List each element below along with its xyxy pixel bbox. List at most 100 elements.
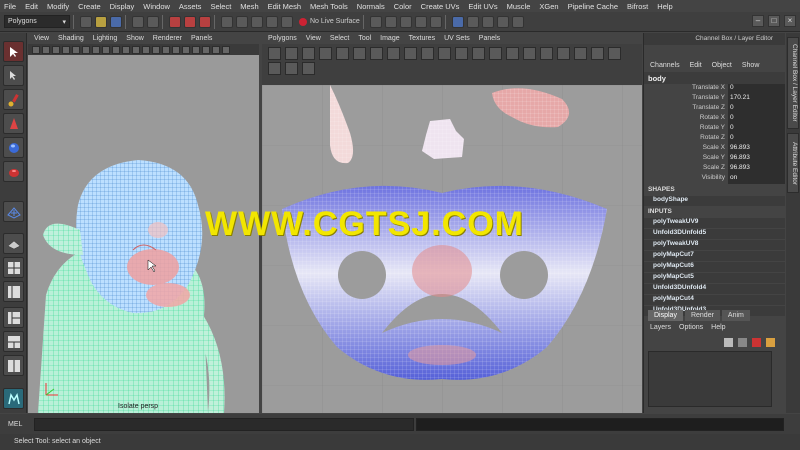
uv-snap-icon[interactable]	[421, 47, 434, 60]
menu-modify[interactable]: Modify	[47, 2, 69, 11]
snap-plane-icon[interactable]	[266, 15, 278, 28]
layer-tab-anim[interactable]: Anim	[721, 310, 750, 321]
textured-icon[interactable]	[162, 45, 170, 54]
wireframe-icon[interactable]	[132, 45, 140, 54]
smooth-shade-icon[interactable]	[142, 45, 150, 54]
channel-menu-edit[interactable]: Edit	[690, 62, 702, 69]
uv-exposure-icon[interactable]	[574, 47, 587, 60]
menu-display[interactable]: Display	[110, 2, 135, 11]
channel-attribute-row[interactable]: Visibility on	[644, 174, 785, 184]
uv-align-icon[interactable]	[404, 47, 417, 60]
snap-surface-icon[interactable]	[281, 15, 293, 28]
channel-attribute-row[interactable]: Rotate Z0	[644, 134, 785, 144]
channel-attribute-value[interactable]: 0	[728, 84, 785, 94]
uv-layout-icon[interactable]	[387, 47, 400, 60]
uv-checker-icon[interactable]	[540, 47, 553, 60]
gate-mask-icon[interactable]	[102, 45, 110, 54]
camera-attr-icon[interactable]	[42, 45, 50, 54]
uv-menu-view[interactable]: View	[306, 35, 321, 42]
four-pane-layout-icon[interactable]	[3, 257, 24, 278]
menu-normals[interactable]: Normals	[357, 2, 385, 11]
layer-list[interactable]	[648, 351, 772, 407]
move-tool-icon[interactable]	[3, 113, 24, 134]
uv-color-icon[interactable]	[608, 47, 621, 60]
menu-bifrost[interactable]: Bifrost	[627, 2, 648, 11]
xray-icon[interactable]	[192, 45, 200, 54]
move-layer-down-icon[interactable]	[738, 338, 747, 347]
two-pane-layout-icon[interactable]	[3, 281, 24, 302]
xray-joints-icon[interactable]	[202, 45, 210, 54]
lasso-tool-icon[interactable]	[3, 65, 24, 86]
menu-file[interactable]: File	[4, 2, 16, 11]
uv-grid-icon[interactable]	[455, 47, 468, 60]
uv-menu-tool[interactable]: Tool	[358, 35, 371, 42]
menu-select[interactable]: Select	[210, 2, 231, 11]
film-gate-icon[interactable]	[82, 45, 90, 54]
select-hierarchy-icon[interactable]	[169, 15, 181, 28]
tool-settings-icon[interactable]	[496, 15, 509, 28]
node-item[interactable]: polyTweakUV9	[644, 218, 785, 228]
ssao-icon[interactable]	[222, 45, 230, 54]
channel-menu-channels[interactable]: Channels	[650, 62, 680, 69]
ipr-render-icon[interactable]	[384, 15, 397, 28]
snap-grid-icon[interactable]	[221, 15, 233, 28]
channel-attribute-value[interactable]: 0	[728, 124, 785, 134]
modeling-toolkit-icon[interactable]	[451, 15, 464, 28]
select-tool-icon[interactable]	[3, 41, 24, 62]
new-layer-icon[interactable]	[752, 338, 761, 347]
uv-grid-canvas[interactable]	[262, 85, 642, 413]
channel-attribute-row[interactable]: Translate Z0	[644, 104, 785, 114]
persp-menu-renderer[interactable]: Renderer	[153, 35, 182, 42]
uv-channel-icon[interactable]	[268, 62, 281, 75]
character-controls-icon[interactable]	[466, 15, 479, 28]
uv-straighten-icon[interactable]	[438, 47, 451, 60]
node-item[interactable]: polyMapCut7	[644, 251, 785, 261]
menu-edit-uvs[interactable]: Edit UVs	[468, 2, 497, 11]
menu-edit[interactable]: Edit	[25, 2, 38, 11]
channel-menu-object[interactable]: Object	[712, 62, 732, 69]
uv-dim-icon[interactable]	[489, 47, 502, 60]
redo-icon[interactable]	[147, 15, 159, 28]
persp-menu-show[interactable]: Show	[126, 35, 144, 42]
node-item[interactable]: bodyShape	[644, 196, 785, 206]
uv-sew-icon[interactable]	[353, 47, 366, 60]
graph-persp-layout-icon[interactable]	[3, 331, 24, 352]
persp-menu-lighting[interactable]: Lighting	[93, 35, 118, 42]
channel-attribute-value[interactable]: 0	[728, 114, 785, 124]
node-item[interactable]: polyMapCut5	[644, 273, 785, 283]
menu-muscle[interactable]: Muscle	[507, 2, 531, 11]
node-item[interactable]: polyMapCut6	[644, 262, 785, 272]
menu-window[interactable]: Window	[143, 2, 170, 11]
uv-gamma-icon[interactable]	[591, 47, 604, 60]
safe-action-icon[interactable]	[122, 45, 130, 54]
hypershade-icon[interactable]	[414, 15, 427, 28]
new-layer-selected-icon[interactable]	[766, 338, 775, 347]
uv-pin-icon[interactable]	[302, 62, 315, 75]
select-object-icon[interactable]	[184, 15, 196, 28]
uv-move-icon[interactable]	[285, 47, 298, 60]
uv-ui-icon[interactable]	[285, 62, 298, 75]
uv-menu-panels[interactable]: Panels	[479, 35, 500, 42]
field-chart-icon[interactable]	[112, 45, 120, 54]
channel-attribute-row[interactable]: Rotate X0	[644, 114, 785, 124]
channel-attribute-value[interactable]: 0	[728, 104, 785, 114]
channel-attribute-row[interactable]: Scale Z 96.893	[644, 164, 785, 174]
menu-create-uvs[interactable]: Create UVs	[421, 2, 460, 11]
uv-cut-icon[interactable]	[336, 47, 349, 60]
channel-attribute-row[interactable]: Rotate Y0	[644, 124, 785, 134]
grid-icon[interactable]	[72, 45, 80, 54]
persp-menu-view[interactable]: View	[34, 35, 49, 42]
command-language-label[interactable]: MEL	[8, 421, 34, 428]
menu-color[interactable]: Color	[394, 2, 412, 11]
channel-attribute-value[interactable]: 0	[728, 134, 785, 144]
layer-tab-render[interactable]: Render	[684, 310, 720, 321]
outliner-persp-layout-icon[interactable]	[3, 307, 24, 328]
layer-menu-help[interactable]: Help	[711, 324, 725, 331]
channel-box-icon[interactable]	[511, 15, 524, 28]
uv-distortion-icon[interactable]	[523, 47, 536, 60]
uv-menu-uv-sets[interactable]: UV Sets	[444, 35, 470, 42]
scale-tool-icon[interactable]	[3, 161, 24, 182]
render-view-icon[interactable]	[429, 15, 442, 28]
uv-menu-select[interactable]: Select	[330, 35, 349, 42]
paint-select-tool-icon[interactable]	[3, 89, 24, 110]
